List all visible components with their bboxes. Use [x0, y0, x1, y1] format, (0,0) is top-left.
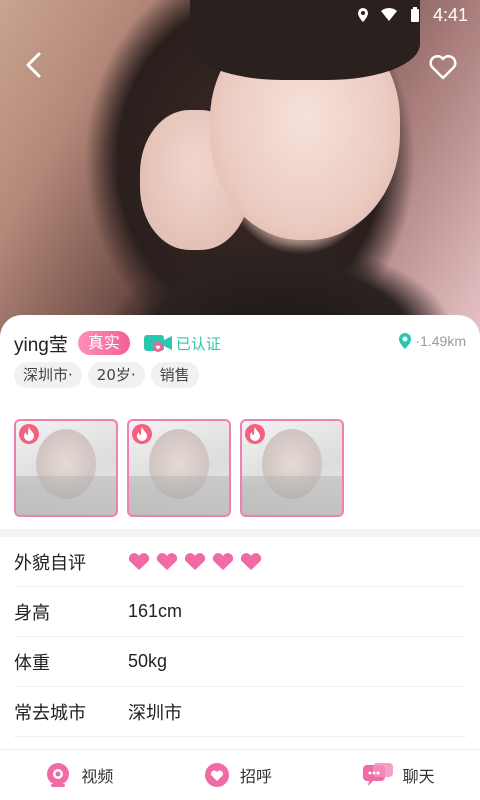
detail-value: 161cm	[128, 601, 183, 621]
distance-value: ·1.49km	[415, 333, 466, 349]
tag-age: 20岁·	[87, 362, 145, 388]
distance-info: ·1.49km	[398, 333, 466, 349]
detail-row-height: 身高 161cm	[14, 587, 466, 637]
video-camera-icon	[143, 335, 172, 352]
greet-label: 招呼	[239, 767, 272, 786]
detail-label: 常去城市	[14, 702, 86, 724]
back-button[interactable]	[20, 50, 50, 80]
photo-thumbnail[interactable]	[240, 419, 344, 517]
video-call-icon	[47, 763, 70, 787]
wifi-icon	[380, 7, 397, 22]
tag-city: 深圳市·	[14, 362, 82, 388]
verified-label: 已认证	[175, 334, 221, 353]
flame-icon	[132, 424, 152, 444]
greet-button[interactable]: 招呼	[204, 762, 272, 788]
detail-value: 50kg	[128, 651, 168, 671]
detail-label: 身高	[14, 602, 50, 624]
profile-tags: 深圳市· 20岁· 销售	[14, 362, 199, 388]
bottom-action-bar: 视频 招呼 聊天	[0, 750, 480, 800]
profile-header-row: ying莹 真实 已认证	[14, 329, 221, 357]
tag-occupation: 销售	[150, 362, 199, 388]
chat-bubble-icon	[362, 763, 393, 786]
detail-label: 体重	[14, 652, 50, 674]
real-badge: 真实	[77, 331, 130, 355]
detail-row-weight: 体重 50kg	[14, 637, 466, 687]
battery-icon	[410, 7, 419, 22]
video-label: 视频	[81, 767, 114, 786]
heart-icon	[184, 552, 206, 570]
back-arrow-icon	[26, 52, 41, 78]
heart-icon	[128, 552, 150, 570]
detail-row-city: 常去城市 深圳市	[14, 687, 466, 737]
thumb-body	[242, 476, 342, 515]
heart-icon	[156, 552, 178, 570]
location-pin-icon	[399, 333, 412, 349]
profile-card: ying莹 真实 已认证 ·1.49km 深圳市· 20岁· 销售 外貌自评 身…	[0, 315, 480, 755]
heart-outline-icon	[429, 54, 457, 80]
greet-heart-icon	[204, 763, 229, 787]
profile-name: ying莹	[14, 334, 68, 356]
photo-thumbnail[interactable]	[127, 419, 231, 517]
profile-details: 外貌自评 身高 161cm 体重 50kg 常去城市 深圳市	[0, 537, 480, 737]
heart-icon	[240, 552, 262, 570]
favorite-button[interactable]	[428, 52, 458, 82]
location-status-icon	[357, 8, 368, 22]
flame-icon	[19, 424, 39, 444]
thumb-body	[129, 476, 229, 515]
verified-status: 已认证	[143, 333, 221, 354]
chat-label: 聊天	[402, 767, 435, 786]
status-bar: 4:41	[0, 0, 480, 30]
detail-row-appearance: 外貌自评	[14, 537, 466, 587]
detail-value: 深圳市	[128, 702, 182, 723]
status-time: 4:41	[432, 4, 468, 25]
thumb-body	[16, 476, 116, 515]
appearance-rating	[128, 552, 262, 571]
profile-photo[interactable]	[0, 0, 480, 340]
flame-icon	[245, 424, 265, 444]
section-divider	[0, 529, 480, 537]
photo-thumbnail[interactable]	[14, 419, 118, 517]
video-button[interactable]: 视频	[45, 762, 113, 788]
chat-button[interactable]: 聊天	[362, 763, 435, 787]
photo-thumbnails	[14, 419, 344, 517]
heart-icon	[212, 552, 234, 570]
detail-label: 外貌自评	[14, 552, 86, 574]
